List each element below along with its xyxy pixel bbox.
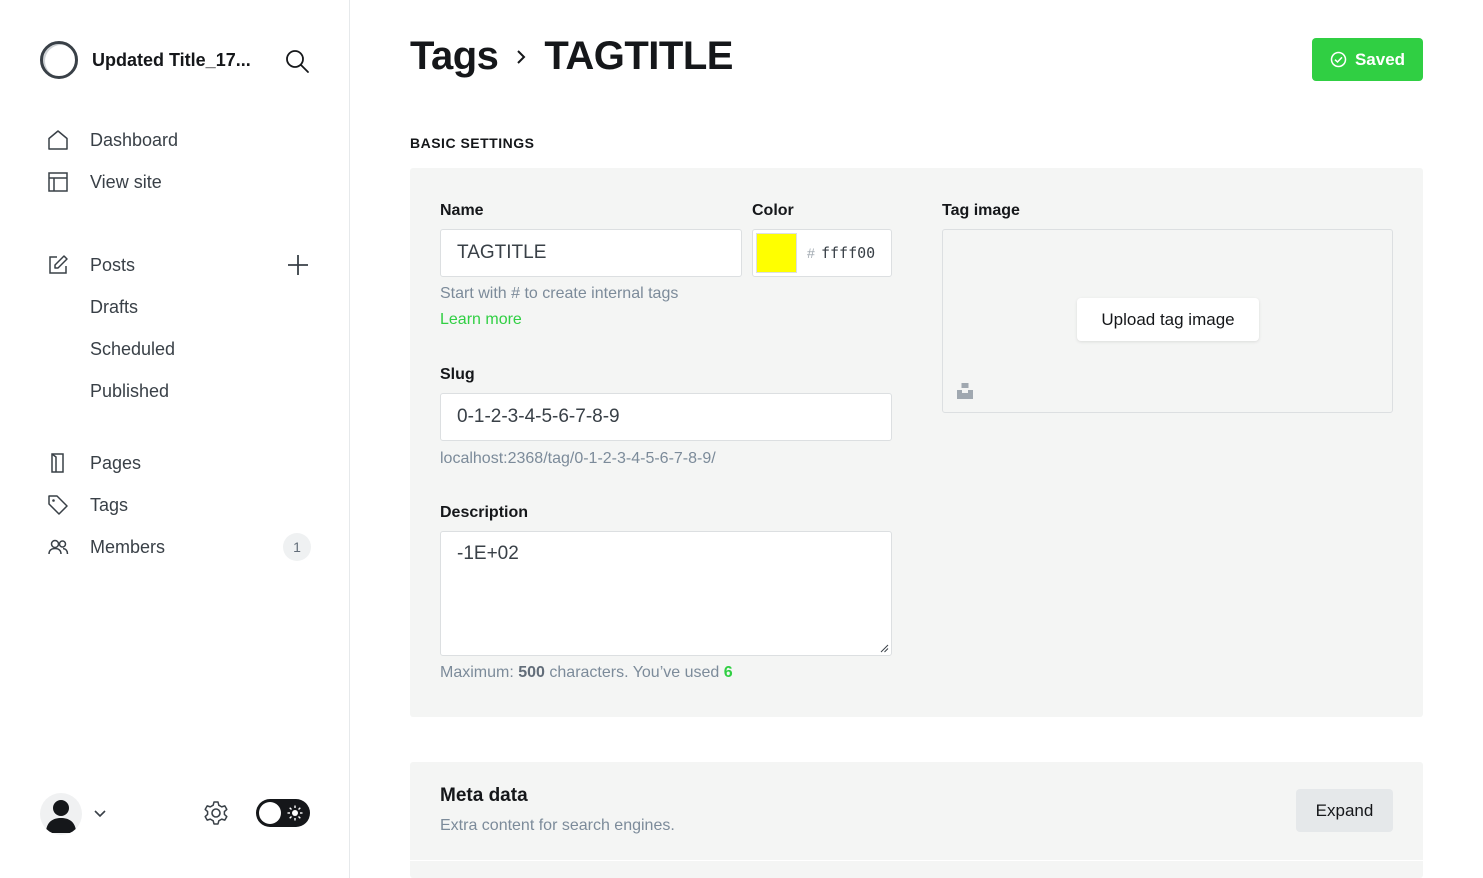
tag-image-dropzone[interactable]: Upload tag image	[942, 229, 1393, 413]
name-label: Name	[440, 202, 484, 219]
sidebar-item-pages[interactable]: Pages	[46, 442, 316, 484]
nav-primary: Dashboard View site	[46, 119, 316, 203]
check-circle-icon	[1330, 51, 1347, 68]
meta-data-subtitle: Extra content for search engines.	[440, 817, 675, 834]
main-content: Tags TAGTITLE Saved BASIC SETTINGS Name …	[350, 0, 1483, 878]
sidebar-item-posts[interactable]: Posts	[46, 244, 316, 286]
site-header: Updated Title_17...	[40, 40, 320, 80]
description-text: -1E+02	[457, 543, 519, 564]
sidebar-item-label: Pages	[90, 452, 142, 473]
meta-data-panel: Meta data Extra content for search engin…	[410, 762, 1423, 878]
site-logo[interactable]	[40, 41, 78, 79]
sidebar-item-dashboard[interactable]: Dashboard	[46, 119, 316, 161]
page-icon	[46, 451, 70, 475]
counter-used: 6	[723, 664, 733, 681]
breadcrumb: Tags TAGTITLE	[410, 34, 733, 79]
add-post-button[interactable]	[286, 253, 310, 277]
color-hex-input[interactable]: ffff00	[821, 244, 875, 262]
slug-url: localhost:2368/tag/0-1-2-3-4-5-6-7-8-9/	[440, 450, 716, 467]
unsplash-icon[interactable]	[956, 382, 974, 400]
gear-icon[interactable]	[202, 799, 230, 827]
page-title: TAGTITLE	[544, 34, 733, 78]
sidebar-item-label: Dashboard	[90, 129, 179, 150]
tag-icon	[46, 493, 70, 517]
slug-input[interactable]: 0-1-2-3-4-5-6-7-8-9	[440, 393, 892, 441]
edit-icon	[46, 253, 70, 277]
sidebar-item-label: Published	[90, 380, 170, 401]
theme-toggle[interactable]	[256, 799, 310, 827]
members-count-badge: 1	[283, 533, 311, 561]
site-title[interactable]: Updated Title_17...	[92, 50, 267, 71]
color-field[interactable]: # ffff00	[752, 229, 892, 277]
chevron-down-icon	[92, 806, 108, 822]
sidebar-item-scheduled[interactable]: Scheduled	[46, 328, 316, 370]
tag-image-label: Tag image	[942, 202, 1020, 219]
search-icon[interactable]	[284, 48, 310, 74]
description-label: Description	[440, 504, 529, 521]
expand-meta-button[interactable]: Expand	[1296, 789, 1393, 832]
counter-prefix: Maximum:	[440, 664, 514, 681]
description-textarea[interactable]: -1E+02	[440, 531, 892, 656]
name-input[interactable]: TAGTITLE	[440, 229, 742, 277]
layout-icon	[46, 170, 70, 194]
name-hint: Start with # to create internal tags	[440, 285, 679, 302]
color-swatch[interactable]	[756, 233, 797, 273]
resize-handle-icon[interactable]	[879, 643, 889, 653]
meta-data-title: Meta data	[440, 785, 528, 806]
learn-more-link[interactable]: Learn more	[440, 311, 522, 328]
breadcrumb-tags-link[interactable]: Tags	[410, 34, 499, 79]
sidebar-item-view-site[interactable]: View site	[46, 161, 316, 203]
members-icon	[46, 535, 70, 559]
sidebar-item-label: Tags	[90, 494, 129, 515]
basic-settings-panel: Name TAGTITLE Color # ffff00 Start with …	[410, 168, 1423, 717]
counter-mid: characters. You’ve used	[549, 664, 720, 681]
counter-max: 500	[518, 664, 545, 681]
sidebar-item-drafts[interactable]: Drafts	[46, 286, 316, 328]
sidebar-item-tags[interactable]: Tags	[46, 484, 316, 526]
save-button-label: Saved	[1354, 49, 1406, 69]
sidebar-item-label: View site	[90, 171, 162, 192]
toggle-knob	[259, 802, 281, 824]
upload-tag-image-button[interactable]: Upload tag image	[1077, 298, 1259, 341]
sun-icon	[287, 805, 303, 821]
user-menu[interactable]	[40, 793, 108, 835]
nav-secondary: Pages Tags Members 1	[46, 442, 316, 568]
nav-posts: Posts Drafts Scheduled Published	[46, 244, 316, 412]
color-label: Color	[752, 202, 794, 219]
basic-settings-heading: BASIC SETTINGS	[410, 135, 535, 151]
divider	[410, 860, 1423, 861]
sidebar: Updated Title_17... Dashboard View site …	[0, 0, 350, 878]
sidebar-item-members[interactable]: Members 1	[46, 526, 316, 568]
slug-label: Slug	[440, 366, 475, 383]
sidebar-item-label: Scheduled	[90, 338, 176, 359]
sidebar-item-label: Drafts	[90, 296, 139, 317]
description-counter: Maximum: 500 characters. You’ve used 6	[440, 664, 733, 682]
avatar	[40, 793, 82, 835]
learn-more-hint: Learn more	[440, 311, 522, 329]
sidebar-item-label: Members	[90, 536, 166, 557]
home-icon	[46, 128, 70, 152]
sidebar-item-published[interactable]: Published	[46, 370, 316, 412]
save-button[interactable]: Saved	[1312, 38, 1423, 81]
color-hash: #	[807, 245, 815, 261]
chevron-right-icon	[514, 48, 528, 66]
sidebar-item-label: Posts	[90, 254, 136, 275]
